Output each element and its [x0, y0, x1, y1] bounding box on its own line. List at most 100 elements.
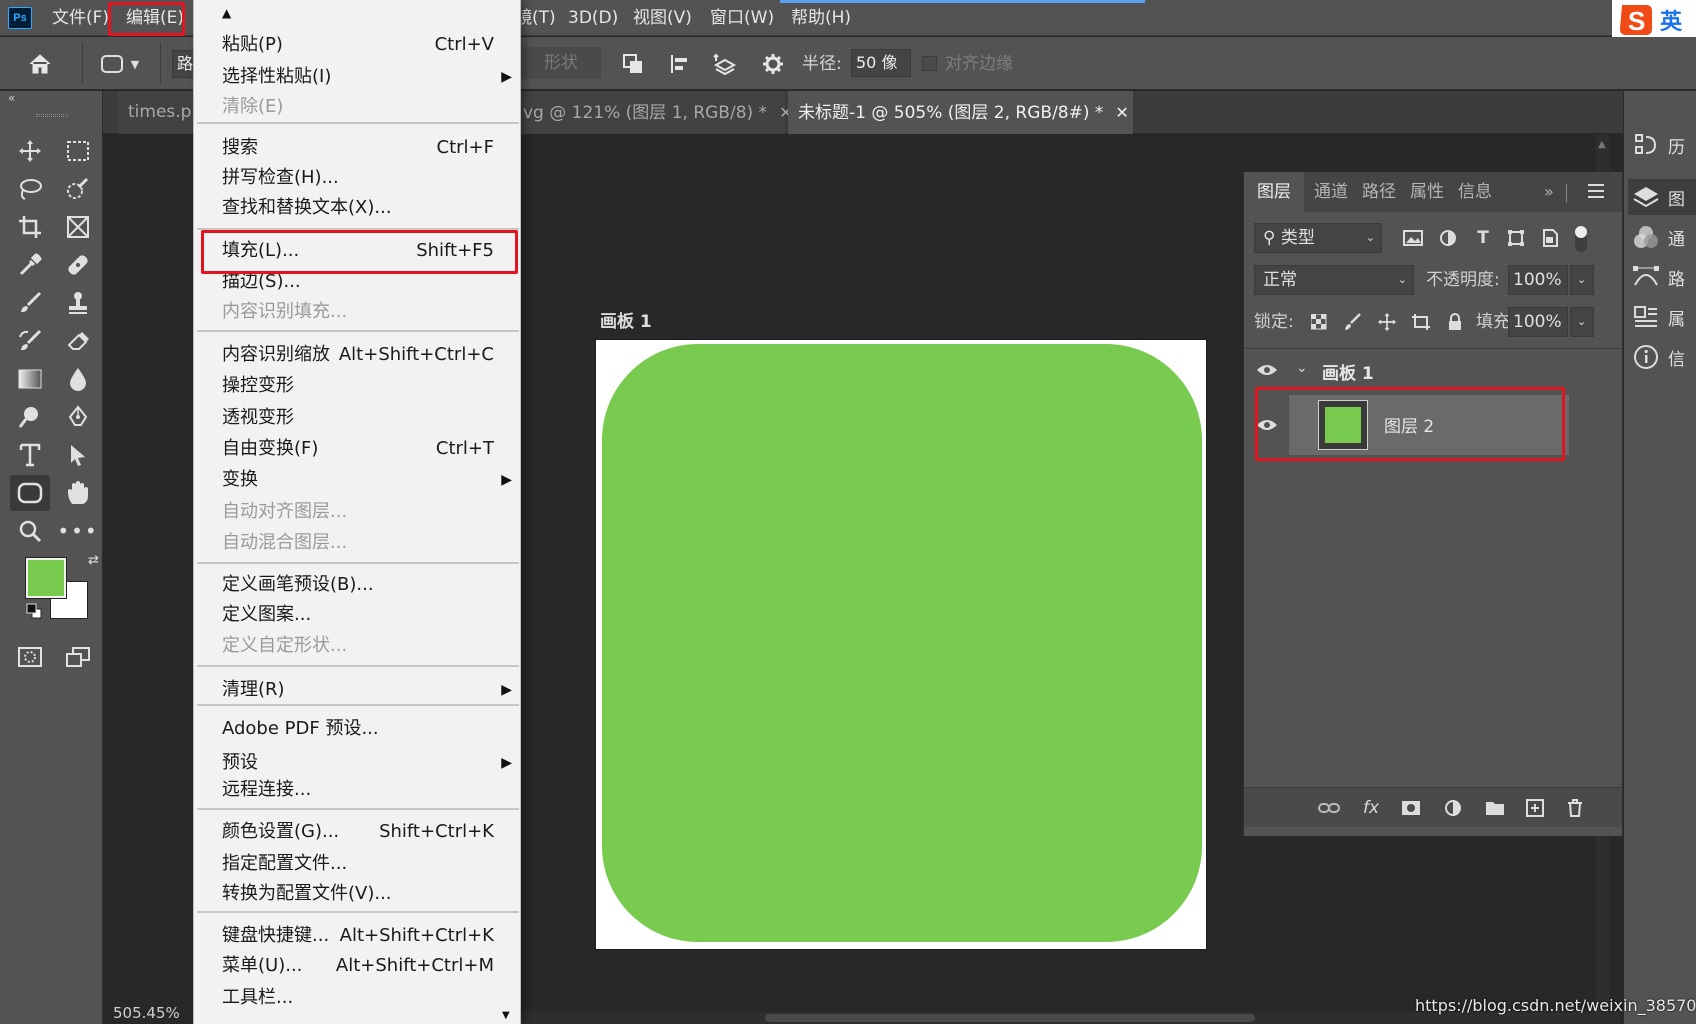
panel-menu-icon[interactable] — [1588, 184, 1604, 198]
home-icon[interactable] — [22, 47, 58, 81]
path-alignment-icon[interactable] — [662, 47, 696, 81]
menu-file[interactable]: 文件(F) — [52, 0, 109, 36]
new-layer-icon[interactable] — [1520, 794, 1550, 822]
screen-mode-icon[interactable] — [58, 639, 98, 675]
menu-item[interactable]: 转换为配置文件(V)... — [194, 879, 522, 909]
eraser-tool-icon[interactable] — [58, 323, 98, 359]
menu-item[interactable]: 查找和替换文本(X)... — [194, 193, 522, 223]
menu-item[interactable]: 操控变形 — [194, 371, 522, 401]
lock-image-pixels-icon[interactable] — [1340, 308, 1366, 336]
fill-input[interactable]: 100% — [1508, 307, 1568, 337]
menu-item[interactable]: 搜索 Ctrl+F — [194, 133, 522, 163]
menu-item[interactable]: 键盘快捷键... Alt+Shift+Ctrl+K — [194, 921, 522, 951]
tab-svg-document[interactable]: vg @ 121% (图层 1, RGB/8) * ✕ — [513, 91, 792, 134]
lock-position-icon[interactable] — [1374, 308, 1400, 336]
menu-item[interactable]: 工具栏... — [194, 983, 522, 1013]
clone-stamp-tool-icon[interactable] — [58, 285, 98, 321]
zoom-tool-icon[interactable] — [10, 513, 50, 549]
menu-item[interactable]: Adobe PDF 预设... — [194, 714, 522, 744]
dodge-tool-icon[interactable] — [10, 399, 50, 435]
ime-indicator[interactable]: S 英 — [1612, 0, 1696, 40]
fx-icon[interactable]: fx — [1356, 794, 1386, 822]
eyedropper-tool-icon[interactable] — [10, 247, 50, 283]
panel-grip[interactable] — [36, 114, 68, 117]
filter-toggle[interactable] — [1575, 226, 1587, 252]
menu-view[interactable]: 视图(V) — [633, 0, 692, 36]
tab-layers[interactable]: 图层 — [1244, 172, 1304, 212]
default-colors-icon[interactable] — [26, 603, 42, 619]
menu-help[interactable]: 帮助(H) — [791, 0, 851, 36]
tool-preset-picker[interactable]: ▼ — [90, 47, 150, 81]
lock-all-icon[interactable] — [1442, 308, 1468, 336]
blur-tool-icon[interactable] — [58, 361, 98, 397]
info-panel-button[interactable]: 信 — [1632, 339, 1685, 375]
pen-tool-icon[interactable] — [58, 399, 98, 435]
history-panel-button[interactable]: 历 — [1632, 127, 1685, 163]
channels-panel-button[interactable]: 通 — [1632, 219, 1685, 255]
photoshop-logo-icon[interactable]: Ps — [8, 7, 32, 29]
type-tool-icon[interactable] — [10, 437, 50, 473]
menu-item[interactable]: 选择性粘贴(I) ▶ — [194, 62, 522, 92]
scroll-up-arrow-icon[interactable]: ▲ — [222, 6, 231, 20]
menu-item[interactable]: 远程连接... — [194, 775, 522, 805]
brush-tool-icon[interactable] — [10, 285, 50, 321]
marquee-tool-icon[interactable] — [58, 133, 98, 169]
radius-input[interactable]: 50 像素 — [851, 49, 911, 77]
path-operations-icon[interactable] — [616, 47, 650, 81]
zoom-level[interactable]: 505.45% — [113, 1004, 180, 1022]
properties-panel-button[interactable]: 属 — [1632, 299, 1685, 335]
path-arrangement-icon[interactable] — [708, 47, 742, 81]
menu-item[interactable]: 透视变形 — [194, 403, 522, 433]
close-icon[interactable]: ✕ — [1115, 103, 1128, 122]
more-tools-icon[interactable]: ••• — [57, 513, 98, 549]
menu-item[interactable]: 菜单(U)... Alt+Shift+Ctrl+M — [194, 951, 522, 981]
rounded-rectangle-shape[interactable] — [602, 344, 1202, 942]
tab-info[interactable]: 信息 — [1458, 172, 1492, 212]
layer-filter-select[interactable]: ⚲ 类型 ⌄ — [1254, 223, 1382, 253]
hand-tool-icon[interactable] — [58, 475, 98, 511]
add-mask-icon[interactable] — [1396, 794, 1426, 822]
menu-item[interactable]: 清理(R) ▶ — [194, 675, 522, 705]
filter-shape-icon[interactable] — [1502, 224, 1530, 252]
chevron-down-icon[interactable]: ⌄ — [1296, 360, 1308, 376]
menu-item[interactable]: 定义画笔预设(B)... — [194, 570, 522, 600]
frame-tool-icon[interactable] — [58, 209, 98, 245]
fill-dropdown-icon[interactable]: ⌄ — [1570, 307, 1594, 337]
move-tool-icon[interactable] — [10, 133, 50, 169]
scroll-up-icon[interactable]: ▲ — [1598, 139, 1606, 150]
menu-item[interactable]: 粘贴(P) Ctrl+V — [194, 30, 522, 60]
paths-panel-button[interactable]: 路 — [1632, 259, 1685, 295]
menu-item[interactable]: 变换 ▶ — [194, 465, 522, 495]
expand-panel-icon[interactable]: » — [1544, 172, 1554, 212]
rounded-rectangle-tool-icon[interactable] — [10, 475, 50, 511]
scrollbar-thumb[interactable] — [765, 1014, 1255, 1022]
scroll-down-arrow-icon[interactable]: ▼ — [502, 1010, 510, 1021]
foreground-color-swatch[interactable] — [25, 557, 67, 599]
layer-group-row[interactable]: ⌄ 画板 1 — [1244, 355, 1622, 389]
align-edges-checkbox[interactable] — [922, 56, 937, 71]
gradient-tool-icon[interactable] — [10, 361, 50, 397]
menu-item[interactable]: 自由变换(F) Ctrl+T — [194, 434, 522, 464]
tab-untitled-1[interactable]: 未标题-1 @ 505% (图层 2, RGB/8#) * ✕ — [788, 91, 1133, 134]
delete-layer-icon[interactable] — [1560, 794, 1590, 822]
layers-panel-button[interactable]: 图 — [1628, 179, 1696, 215]
lock-transparent-pixels-icon[interactable] — [1306, 308, 1332, 336]
filter-smart-object-icon[interactable] — [1536, 224, 1564, 252]
menu-item[interactable]: 定义图案... — [194, 600, 522, 630]
new-group-icon[interactable] — [1480, 794, 1510, 822]
crop-tool-icon[interactable] — [10, 209, 50, 245]
new-adjustment-layer-icon[interactable] — [1438, 794, 1468, 822]
menu-item[interactable]: 指定配置文件... — [194, 849, 522, 879]
eye-icon[interactable] — [1256, 362, 1278, 381]
tab-times[interactable]: times.pn — [118, 91, 198, 134]
filter-adjustment-icon[interactable] — [1434, 224, 1462, 252]
gear-icon[interactable] — [756, 47, 790, 81]
tab-properties[interactable]: 属性 — [1410, 172, 1444, 212]
tab-channels[interactable]: 通道 — [1314, 172, 1348, 212]
healing-brush-tool-icon[interactable] — [58, 247, 98, 283]
menu-item[interactable]: 颜色设置(G)... Shift+Ctrl+K — [194, 817, 522, 847]
swap-colors-icon[interactable]: ⇄ — [88, 553, 99, 568]
quick-mask-icon[interactable] — [10, 639, 50, 675]
link-layers-icon[interactable] — [1314, 794, 1344, 822]
tab-paths[interactable]: 路径 — [1362, 172, 1396, 212]
